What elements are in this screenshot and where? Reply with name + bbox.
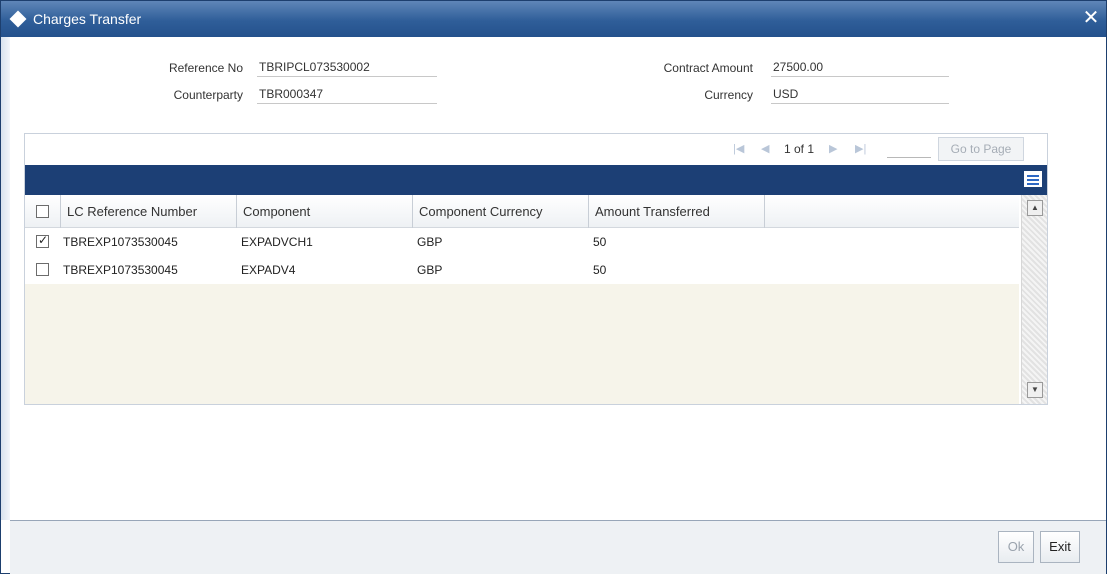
component-cell: EXPADV4: [241, 263, 296, 277]
component-cell: EXPADVCH1: [241, 235, 313, 249]
row-checkbox[interactable]: [36, 263, 49, 276]
select-all-checkbox[interactable]: [36, 205, 49, 218]
reference-no-field[interactable]: [257, 57, 437, 77]
exit-button[interactable]: Exit: [1040, 531, 1080, 563]
currency-field[interactable]: [771, 84, 949, 104]
first-page-icon[interactable]: |◀: [733, 142, 744, 155]
column-header-amount-transferred[interactable]: Amount Transferred: [589, 195, 765, 228]
column-header-lc-reference[interactable]: LC Reference Number: [61, 195, 237, 228]
charges-grid: |◀ ◀ 1 of 1 ▶ ▶| Go to Page LC Reference…: [24, 133, 1048, 405]
page-number-input[interactable]: [887, 140, 931, 158]
ok-button[interactable]: Ok: [998, 531, 1034, 563]
close-icon[interactable]: ✕: [1080, 7, 1102, 29]
go-to-page-button[interactable]: Go to Page: [938, 137, 1024, 161]
window-title: Charges Transfer: [33, 11, 142, 27]
currency-label: Currency: [704, 88, 753, 102]
footer-bar: Ok Exit: [10, 520, 1106, 574]
grid-toolbar: [25, 165, 1047, 195]
component-currency-cell: GBP: [417, 235, 443, 249]
column-header-component[interactable]: Component: [237, 195, 413, 228]
contract-amount-field[interactable]: [771, 57, 949, 77]
grid-body: TBREXP1073530045 EXPADVCH1 GBP 50 TBREXP…: [25, 228, 1019, 404]
vertical-scrollbar[interactable]: ▲ ▼: [1021, 195, 1047, 404]
window-diamond-icon: [9, 10, 27, 28]
title-bar: Charges Transfer ✕: [1, 1, 1106, 37]
left-border-band: [1, 37, 10, 520]
amount-transferred-cell: 50: [593, 263, 607, 277]
prev-page-icon[interactable]: ◀: [761, 142, 769, 155]
column-header-component-currency[interactable]: Component Currency: [413, 195, 589, 228]
reference-no-label: Reference No: [168, 61, 243, 75]
scroll-down-icon[interactable]: ▼: [1027, 382, 1043, 398]
last-page-icon[interactable]: ▶|: [855, 142, 866, 155]
select-all-cell: [25, 195, 61, 228]
scroll-up-icon[interactable]: ▲: [1027, 200, 1043, 216]
grid-header-row: LC Reference Number Component Component …: [25, 195, 1019, 228]
counterparty-field[interactable]: [257, 84, 437, 104]
row-checkbox[interactable]: [36, 233, 49, 248]
contract-amount-label: Contract Amount: [663, 61, 753, 75]
component-currency-cell: GBP: [417, 263, 443, 277]
table-row[interactable]: TBREXP1073530045 EXPADVCH1 GBP 50: [25, 228, 1019, 256]
grid-menu-icon[interactable]: [1024, 171, 1042, 187]
page-indicator: 1 of 1: [784, 142, 815, 156]
pagination-bar: |◀ ◀ 1 of 1 ▶ ▶| Go to Page: [25, 134, 1047, 164]
lc-reference-cell: TBREXP1073530045: [63, 235, 178, 249]
next-page-icon[interactable]: ▶: [829, 142, 837, 155]
counterparty-label: Counterparty: [173, 88, 243, 102]
charges-transfer-window: Charges Transfer ✕ Reference No Counterp…: [0, 0, 1107, 574]
table-row[interactable]: TBREXP1073530045 EXPADV4 GBP 50: [25, 256, 1019, 284]
lc-reference-cell: TBREXP1073530045: [63, 263, 178, 277]
amount-transferred-cell: 50: [593, 235, 607, 249]
